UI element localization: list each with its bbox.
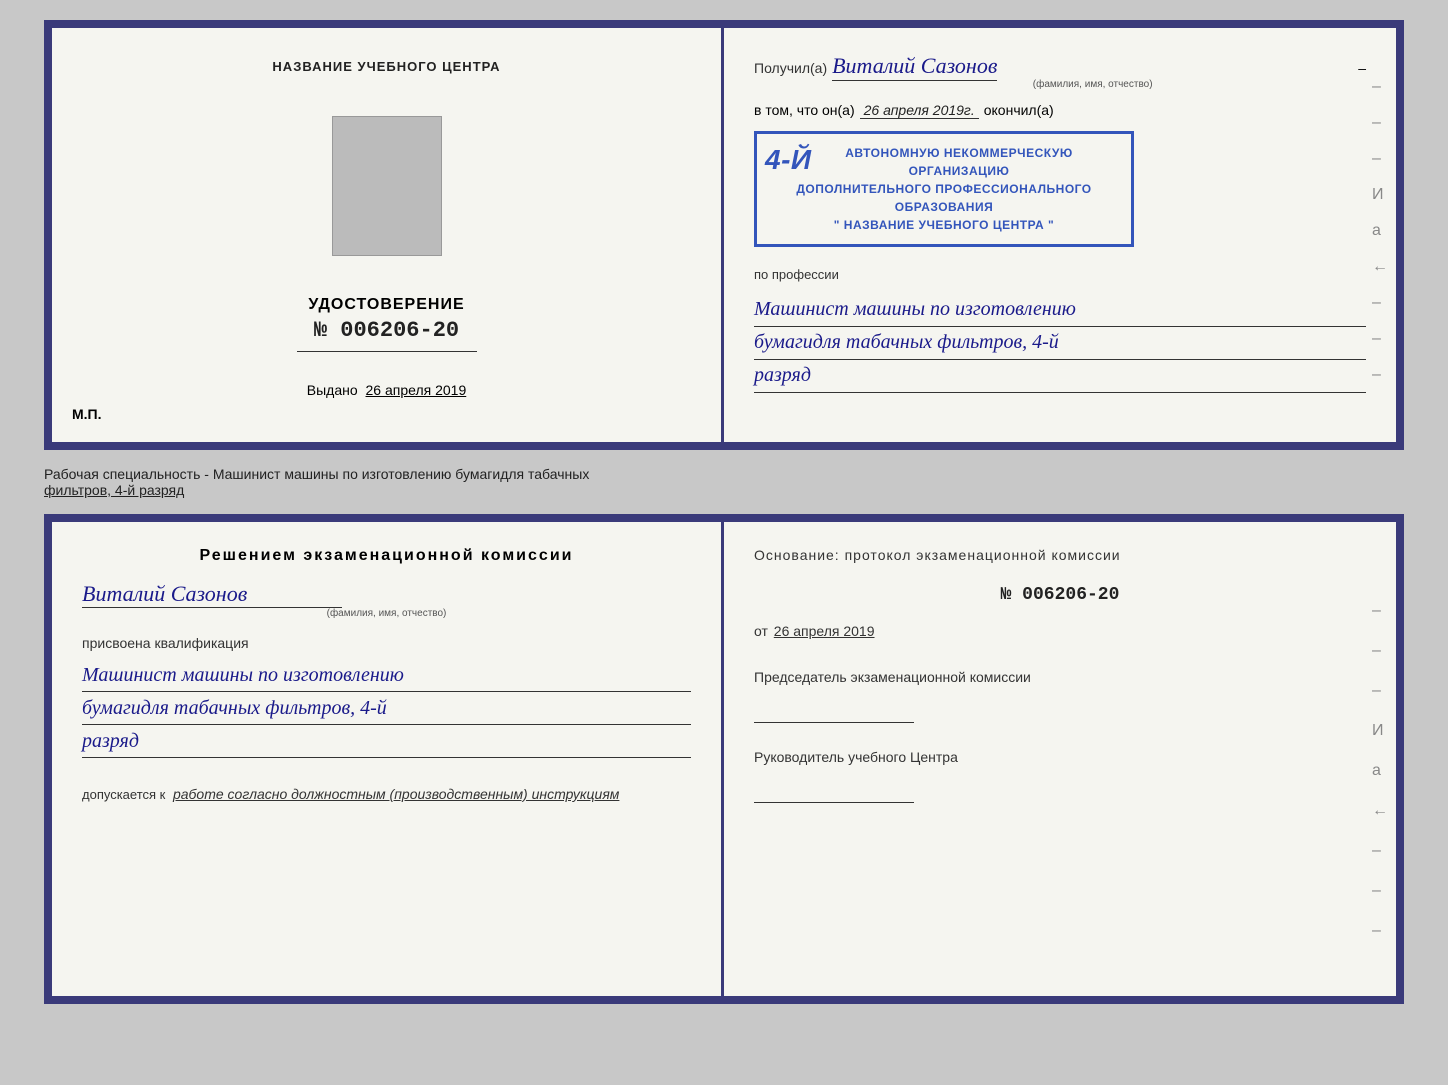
rukovoditel-label: Руководитель учебного Центра bbox=[754, 749, 958, 765]
info-strip: Рабочая специальность - Машинист машины … bbox=[44, 462, 1404, 502]
profession-line3: разряд bbox=[754, 360, 1366, 393]
osnovaniye-text: Основание: протокол экзаменационной коми… bbox=[754, 547, 1366, 563]
qualification-line3: разряд bbox=[82, 725, 691, 758]
top-document: НАЗВАНИЕ УЧЕБНОГО ЦЕНТРА УДОСТОВЕРЕНИЕ №… bbox=[44, 20, 1404, 450]
stamp-block: 4-й АВТОНОМНУЮ НЕКОММЕРЧЕСКУЮ ОРГАНИЗАЦИ… bbox=[754, 131, 1134, 247]
info-line2: фильтров, 4-й разряд bbox=[44, 482, 1404, 498]
fio-hint-bottom: (фамилия, имя, отчество) bbox=[82, 608, 691, 619]
top-center-title: НАЗВАНИЕ УЧЕБНОГО ЦЕНТРА bbox=[272, 58, 500, 76]
udostoverenie-title: УДОСТОВЕРЕНИЕ bbox=[308, 296, 464, 314]
qualification-block: Машинист машины по изготовлению бумагидл… bbox=[82, 659, 691, 758]
bottom-left-page: Решением экзаменационной комиссии Витали… bbox=[52, 522, 724, 996]
stamp-number: 4-й bbox=[765, 139, 812, 181]
top-right-page: Получил(а) Виталий Сазонов (фамилия, имя… bbox=[724, 28, 1396, 442]
udostoverenie-number: № 006206-20 bbox=[314, 318, 459, 343]
recipient-name: Виталий Сазонов bbox=[832, 53, 997, 81]
dopuskaetsya-label: допускается к bbox=[82, 787, 165, 802]
resheniye-title: Решением экзаменационной комиссии bbox=[82, 547, 691, 565]
dopuskaetsya-block: допускается к работе согласно должностны… bbox=[82, 786, 691, 802]
qualification-line2: бумагидля табачных фильтров, 4-й bbox=[82, 692, 691, 725]
profession-line2: бумагидля табачных фильтров, 4-й bbox=[754, 327, 1366, 360]
predsedatel-sign-line bbox=[754, 722, 914, 723]
profession-line1: Машинист машины по изготовлению bbox=[754, 294, 1366, 327]
ot-date-line: от 26 апреля 2019 bbox=[754, 623, 1366, 639]
stamp-line4: " НАЗВАНИЕ УЧЕБНОГО ЦЕНТРА " bbox=[771, 216, 1117, 234]
stamp-line2: АВТОНОМНУЮ НЕКОММЕРЧЕСКУЮ ОРГАНИЗАЦИЮ bbox=[771, 144, 1117, 180]
right-dashes-top: – – – И а ← – – – bbox=[1372, 78, 1388, 384]
ot-label: от bbox=[754, 623, 768, 639]
protocol-number: № 006206-20 bbox=[754, 585, 1366, 605]
vtom-line: в том, что он(а) 26 апреля 2019г. окончи… bbox=[754, 102, 1366, 119]
issued-line: Выдано 26 апреля 2019 bbox=[307, 382, 467, 398]
predsedatel-label: Председатель экзаменационной комиссии bbox=[754, 669, 1031, 685]
rukovoditel-text: Руководитель учебного Центра bbox=[754, 747, 1366, 768]
vtom-label: в том, что он(а) bbox=[754, 102, 855, 118]
poluchil-label: Получил(а) bbox=[754, 60, 827, 76]
vtom-date: 26 апреля 2019г. bbox=[860, 102, 979, 119]
qualification-line1: Машинист машины по изготовлению bbox=[82, 659, 691, 692]
profession-block: Машинист машины по изготовлению бумагидл… bbox=[754, 294, 1366, 393]
right-dashes-bottom: – – – И а ← – – – bbox=[1372, 602, 1388, 940]
dopuskaetsya-value: работе согласно должностным (производств… bbox=[173, 786, 619, 802]
issued-date: 26 апреля 2019 bbox=[366, 382, 467, 398]
okonchil-label: окончил(а) bbox=[984, 102, 1054, 118]
photo-placeholder bbox=[332, 116, 442, 256]
po-professii-label: по профессии bbox=[754, 267, 1366, 282]
ot-date: 26 апреля 2019 bbox=[774, 623, 875, 639]
rukovoditel-sign-line bbox=[754, 802, 914, 803]
recipient-line: Получил(а) Виталий Сазонов (фамилия, имя… bbox=[754, 53, 1366, 90]
stamp-line3: ДОПОЛНИТЕЛЬНОГО ПРОФЕССИОНАЛЬНОГО ОБРАЗО… bbox=[771, 180, 1117, 216]
predsedatel-text: Председатель экзаменационной комиссии bbox=[754, 667, 1366, 688]
person-name: Виталий Сазонов bbox=[82, 581, 342, 608]
dash-after-name: – bbox=[1358, 60, 1366, 76]
info-line1: Рабочая специальность - Машинист машины … bbox=[44, 466, 1404, 482]
person-name-block: Виталий Сазонов (фамилия, имя, отчество) bbox=[82, 581, 691, 619]
issued-label: Выдано bbox=[307, 382, 358, 398]
prisvoena-label: присвоена квалификация bbox=[82, 635, 691, 651]
top-left-page: НАЗВАНИЕ УЧЕБНОГО ЦЕНТРА УДОСТОВЕРЕНИЕ №… bbox=[52, 28, 724, 442]
mp-line: М.П. bbox=[72, 406, 102, 422]
bottom-right-page: Основание: протокол экзаменационной коми… bbox=[724, 522, 1396, 996]
signature-line-top bbox=[297, 351, 477, 352]
bottom-document: Решением экзаменационной комиссии Витали… bbox=[44, 514, 1404, 1004]
